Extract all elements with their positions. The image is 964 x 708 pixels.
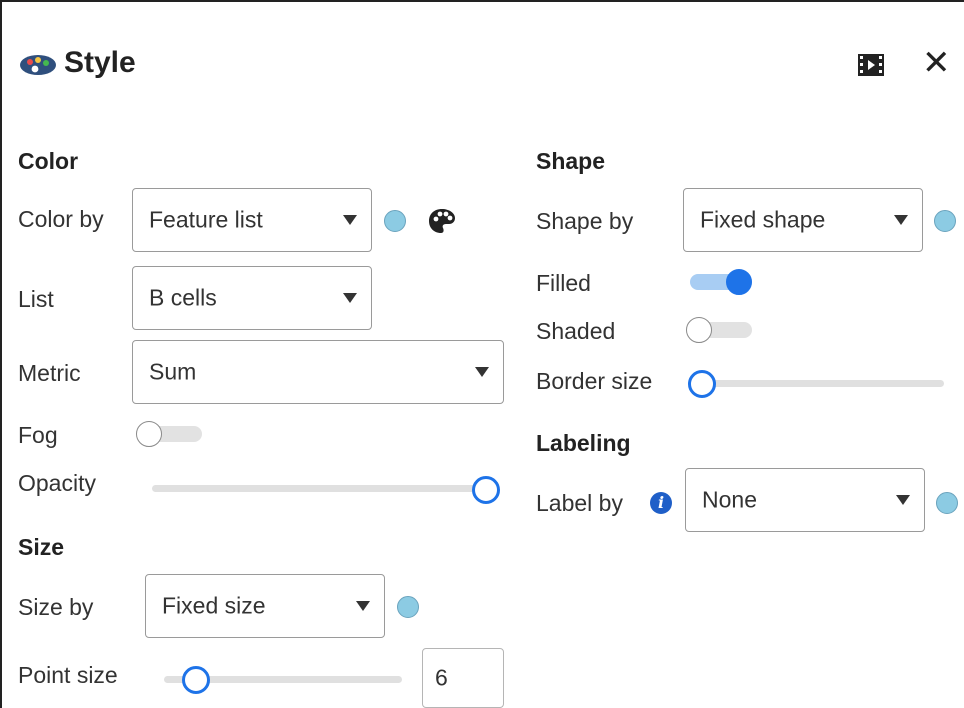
label-by-value: None (702, 486, 757, 513)
metric-select[interactable]: Sum (132, 340, 504, 404)
border-size-slider-track[interactable] (702, 380, 944, 387)
opacity-slider-track[interactable] (152, 485, 486, 492)
color-by-dot-button[interactable] (384, 210, 406, 232)
filled-label: Filled (536, 270, 591, 296)
color-by-value: Feature list (149, 206, 263, 233)
shape-heading: Shape (536, 148, 606, 174)
fog-toggle-knob[interactable] (136, 421, 162, 447)
panel-title: Style (64, 46, 136, 79)
chevron-down-icon (896, 495, 910, 505)
color-by-label: Color by (18, 206, 104, 232)
size-by-dot-button[interactable] (397, 596, 419, 618)
chevron-down-icon (894, 215, 908, 225)
shape-by-dot-button[interactable] (934, 210, 956, 232)
shaded-toggle-knob[interactable] (686, 317, 712, 343)
fog-label: Fog (18, 422, 58, 448)
shaded-label: Shaded (536, 318, 616, 344)
film-icon[interactable] (858, 54, 884, 76)
opacity-slider-thumb[interactable] (472, 476, 500, 504)
point-size-label: Point size (18, 662, 118, 688)
style-panel: Style ✕ Color Color by Feature list List… (0, 0, 964, 708)
size-by-select[interactable]: Fixed size (145, 574, 385, 638)
point-size-input[interactable]: 6 (422, 648, 504, 708)
size-by-label: Size by (18, 594, 94, 620)
color-palette-icon[interactable] (428, 208, 456, 234)
label-by-label: Label by (536, 490, 623, 516)
palette-icon (20, 55, 56, 75)
close-icon[interactable]: ✕ (922, 46, 951, 80)
shape-by-value: Fixed shape (700, 206, 826, 233)
color-heading: Color (18, 148, 79, 174)
list-value: B cells (149, 284, 217, 311)
list-select[interactable]: B cells (132, 266, 372, 330)
shape-by-label: Shape by (536, 208, 634, 234)
label-by-select[interactable]: None (685, 468, 925, 532)
border-size-label: Border size (536, 368, 653, 394)
size-heading: Size (18, 534, 65, 560)
opacity-label: Opacity (18, 470, 96, 496)
chevron-down-icon (343, 215, 357, 225)
chevron-down-icon (343, 293, 357, 303)
shape-by-select[interactable]: Fixed shape (683, 188, 923, 252)
label-by-dot-button[interactable] (936, 492, 958, 514)
metric-label: Metric (18, 360, 81, 386)
metric-value: Sum (149, 358, 197, 385)
chevron-down-icon (356, 601, 370, 611)
list-label: List (18, 286, 54, 312)
labeling-heading: Labeling (536, 430, 631, 456)
point-size-value: 6 (435, 664, 448, 691)
chevron-down-icon (475, 367, 489, 377)
border-size-slider-thumb[interactable] (688, 370, 716, 398)
info-icon[interactable]: i (650, 492, 672, 514)
point-size-slider-thumb[interactable] (182, 666, 210, 694)
filled-toggle-knob[interactable] (726, 269, 752, 295)
size-by-value: Fixed size (162, 592, 266, 619)
color-by-select[interactable]: Feature list (132, 188, 372, 252)
